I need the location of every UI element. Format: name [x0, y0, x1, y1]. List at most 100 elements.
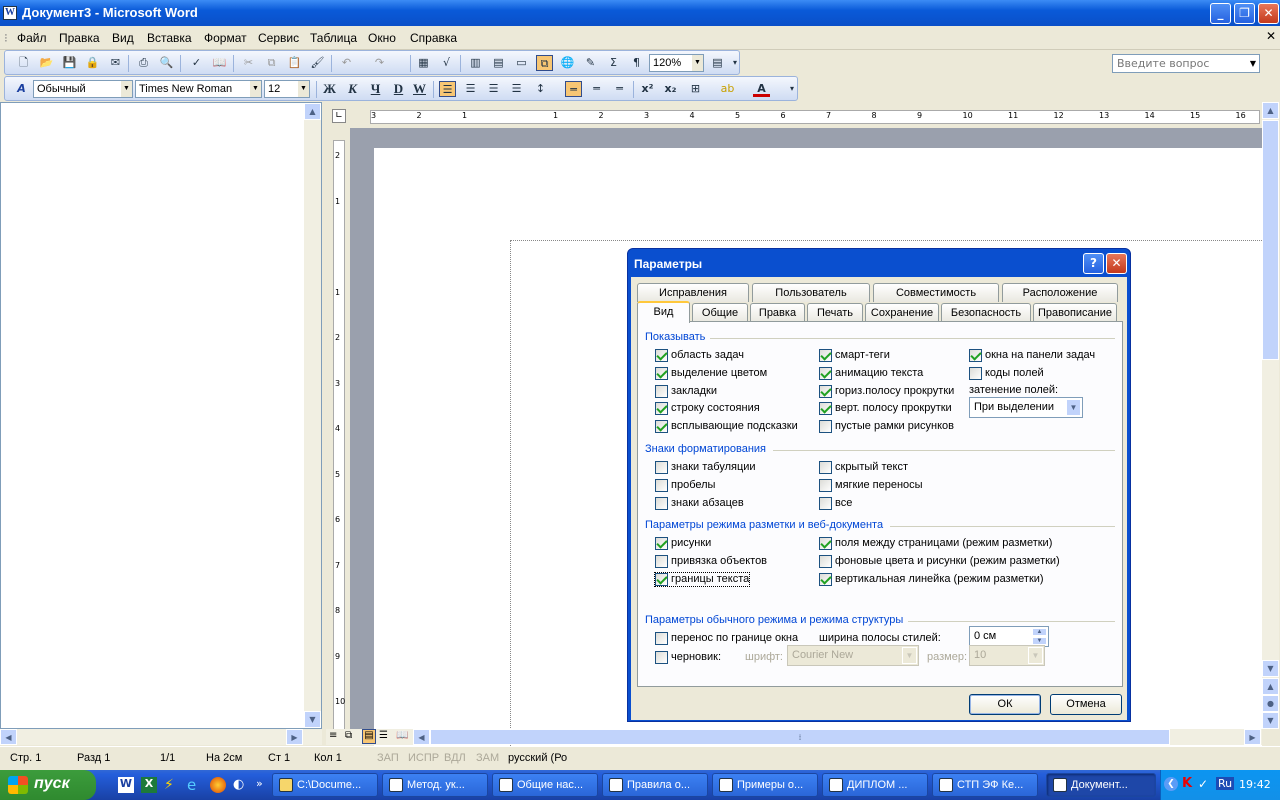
styles-pane-icon[interactable]: A — [13, 81, 30, 97]
font-color-icon[interactable]: A — [753, 81, 770, 97]
checkbox-paragraph-marks[interactable]: знаки абзацев — [655, 497, 744, 510]
menu-edit[interactable]: Правка — [59, 31, 100, 45]
checkbox-box[interactable] — [969, 349, 982, 362]
language-indicator[interactable]: Ru — [1216, 777, 1235, 790]
task-pane-hscrollbar[interactable]: ◀ ▶ — [0, 729, 322, 745]
restore-button[interactable]: ❐ — [1234, 3, 1255, 24]
checkbox-box[interactable] — [655, 402, 668, 415]
tray-expand-icon[interactable]: ❮ — [1164, 777, 1178, 791]
permission-icon[interactable]: 🔒 — [84, 55, 101, 71]
align-center-icon[interactable]: ☰ — [462, 81, 479, 97]
menu-format[interactable]: Формат — [204, 31, 247, 45]
status-overtype[interactable]: ЗАМ — [476, 752, 499, 764]
outline-view-icon[interactable]: ☰ — [379, 730, 388, 741]
checkbox-bookmarks[interactable]: закладки — [655, 385, 717, 398]
checkbox-box[interactable] — [655, 537, 668, 550]
next-page-icon[interactable]: ▼ — [1262, 712, 1279, 729]
checkbox-wrap-to-window[interactable]: перенос по границе окна — [655, 632, 798, 645]
checkbox-box[interactable] — [819, 461, 832, 474]
tab-print[interactable]: Печать — [807, 303, 863, 322]
taskbar-button[interactable]: ДИПЛОМ ... — [822, 773, 928, 797]
checkbox-picture-placeholders[interactable]: пустые рамки рисунков — [819, 420, 954, 433]
new-document-icon[interactable]: 🗋 — [15, 55, 32, 71]
checkbox-optional-hyphens[interactable]: мягкие переносы — [819, 479, 923, 492]
tab-general[interactable]: Общие — [692, 303, 748, 322]
indent-icon[interactable]: ═ — [611, 81, 628, 97]
status-language[interactable]: русский (Ро — [508, 752, 567, 764]
checkbox-box[interactable] — [655, 349, 668, 362]
checkbox-drawings[interactable]: рисунки — [655, 537, 711, 550]
checkbox-all-marks[interactable]: все — [819, 497, 852, 510]
tab-selector-icon[interactable]: ∟ — [332, 109, 346, 123]
checkbox-box[interactable] — [655, 461, 668, 474]
font-select[interactable]: Times New Roman ▼ — [135, 80, 262, 98]
document-hscrollbar[interactable]: ≡ ⧉ ▤ ☰ 📖 ◀ ⁞ ▶ — [326, 729, 1262, 745]
word-app-icon[interactable]: W — [3, 6, 17, 20]
style-select[interactable]: Обычный ▼ — [33, 80, 133, 98]
checkbox-box[interactable] — [819, 497, 832, 510]
spin-down-icon[interactable]: ▼ — [1032, 637, 1047, 645]
checkbox-box[interactable] — [819, 573, 832, 586]
checkbox-box[interactable] — [655, 385, 668, 398]
undo-icon[interactable]: ↶ — [338, 55, 355, 71]
edit-icon[interactable]: ✎ — [582, 55, 599, 71]
spin-up-icon[interactable]: ▲ — [1032, 628, 1047, 636]
show-formatting-icon[interactable]: ¶ — [628, 55, 645, 71]
checkbox-white-space[interactable]: поля между страницами (режим разметки) — [819, 537, 1052, 550]
checkbox-box[interactable] — [819, 420, 832, 433]
tab-compatibility[interactable]: Совместимость — [873, 283, 999, 302]
task-pane-scrollbar[interactable]: ▲ ▼ — [304, 103, 321, 728]
hyperlink-icon[interactable]: 🌐 — [559, 55, 576, 71]
superscript-button[interactable]: x² — [639, 81, 656, 97]
border-icon[interactable]: ⊞ — [687, 81, 704, 97]
quicklaunch-browser-icon[interactable] — [210, 777, 226, 793]
checkbox-box[interactable] — [655, 555, 668, 568]
checkbox-spaces[interactable]: пробелы — [655, 479, 715, 492]
draft-size-select[interactable]: 10 ▼ — [969, 645, 1045, 666]
browse-object-icon[interactable]: ● — [1262, 695, 1279, 712]
taskbar-button-active[interactable]: Документ... — [1046, 773, 1156, 797]
columns-icon[interactable]: ▥ — [467, 55, 484, 71]
help-button[interactable]: ? — [1083, 253, 1104, 274]
draft-font-select[interactable]: Courier New ▼ — [787, 645, 919, 666]
tab-user-info[interactable]: Пользователь — [752, 283, 870, 302]
horizontal-ruler[interactable]: ∟ 3 2 1 1 2 3 4 5 6 7 8 9 10 11 12 13 14 15 16 — [330, 106, 1265, 126]
tab-edit[interactable]: Правка — [750, 303, 805, 322]
drawing-icon[interactable]: ▭ — [513, 55, 530, 71]
taskbar-button[interactable]: Метод. ук... — [382, 773, 488, 797]
reading-view-icon[interactable]: 📖 — [396, 730, 408, 741]
checkbox-box[interactable] — [655, 651, 668, 664]
underline-button[interactable]: Ч — [367, 81, 384, 97]
checkbox-screentips[interactable]: всплывающие подсказки — [655, 420, 798, 433]
checkbox-box[interactable] — [819, 537, 832, 550]
tab-file-locations[interactable]: Расположение — [1002, 283, 1118, 302]
checkbox-box[interactable] — [655, 573, 668, 586]
style-width-spinner[interactable]: 0 см ▲ ▼ — [969, 626, 1049, 647]
scroll-down-icon[interactable]: ▼ — [1262, 660, 1279, 677]
checkbox-hidden-text[interactable]: скрытый текст — [819, 461, 908, 474]
start-button[interactable]: пуск — [0, 770, 96, 800]
tab-spelling[interactable]: Правописание — [1033, 303, 1117, 322]
cut-icon[interactable]: ✂ — [240, 55, 257, 71]
checkbox-field-codes[interactable]: коды полей — [969, 367, 1044, 380]
checkbox-box[interactable] — [655, 367, 668, 380]
menu-tools[interactable]: Сервис — [258, 31, 299, 45]
antivirus-icon[interactable]: K — [1182, 776, 1192, 791]
taskbar-button[interactable]: СТП ЭФ Ке... — [932, 773, 1038, 797]
scroll-left-icon[interactable]: ◀ — [413, 729, 430, 745]
checkbox-horizontal-scrollbar[interactable]: гориз.полосу прокрутки — [819, 385, 954, 398]
taskbar-button[interactable]: Примеры о... — [712, 773, 818, 797]
network-icon[interactable]: ✓ — [1198, 777, 1208, 791]
clock[interactable]: 19:42 — [1239, 778, 1271, 791]
menu-window[interactable]: Окно — [368, 31, 396, 45]
checkbox-highlight[interactable]: выделение цветом — [655, 367, 767, 380]
scroll-thumb[interactable]: ⁞ — [430, 729, 1170, 745]
taskbar-button[interactable]: C:\Docume... — [272, 773, 378, 797]
scroll-up-icon[interactable]: ▲ — [304, 103, 321, 120]
checkbox-vertical-scrollbar[interactable]: верт. полосу прокрутки — [819, 402, 952, 415]
toolbar-options-icon[interactable]: ▾ — [731, 55, 739, 71]
quicklaunch-ie-icon[interactable]: e — [187, 776, 196, 794]
status-rec[interactable]: ЗАП — [377, 752, 399, 764]
sigma-icon[interactable]: Σ — [605, 55, 622, 71]
menu-help[interactable]: Справка — [410, 31, 457, 45]
